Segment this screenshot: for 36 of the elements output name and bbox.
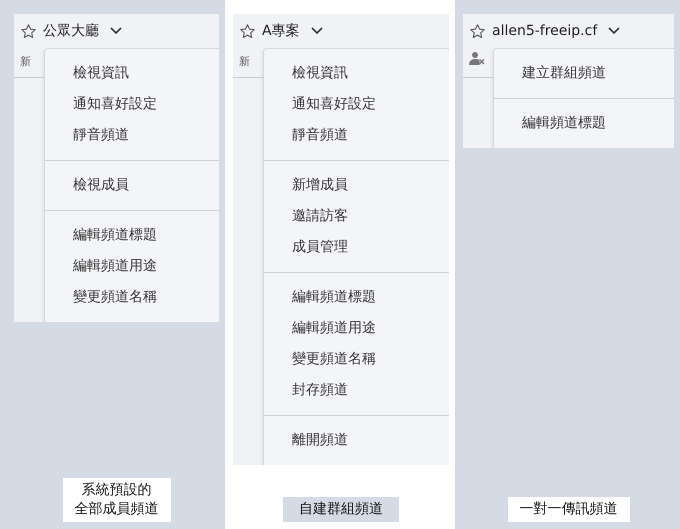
caption-text: 全部成員頻道	[74, 500, 158, 519]
channel-title[interactable]: 公眾大廳	[43, 22, 99, 40]
star-icon[interactable]	[469, 22, 486, 40]
caption-text: 自建群組頻道	[299, 500, 383, 519]
star-icon[interactable]	[20, 22, 37, 40]
menu-item[interactable]: 成員管理	[264, 232, 449, 263]
caption-text: 系統預設的	[80, 481, 152, 500]
menu-item[interactable]: 通知喜好設定	[45, 89, 219, 120]
star-icon[interactable]	[239, 22, 256, 40]
menu-item[interactable]: 檢視資訊	[45, 58, 219, 89]
menu-item[interactable]: 靜音頻道	[264, 120, 449, 151]
menu-item[interactable]: 檢視資訊	[264, 58, 449, 89]
chevron-down-icon[interactable]	[109, 26, 123, 36]
menu-item[interactable]: 通知喜好設定	[264, 89, 449, 120]
menu-item[interactable]: 邀請訪客	[264, 201, 449, 232]
caption-text: 一對一傳訊頻道	[520, 500, 618, 519]
channel-subtitle: 新	[239, 55, 250, 68]
user-remove-icon	[469, 51, 485, 65]
menu-item[interactable]: 編輯頻道用途	[45, 251, 219, 282]
channel-title[interactable]: allen5-freeip.cf	[492, 23, 598, 39]
menu-item[interactable]: 編輯頻道標題	[264, 282, 449, 313]
menu-item[interactable]: 編輯頻道用途	[264, 313, 449, 344]
menu-item[interactable]: 編輯頻道標題	[45, 220, 219, 251]
menu-item[interactable]: 新增成員	[264, 170, 449, 201]
menu-item[interactable]: 變更頻道名稱	[264, 344, 449, 375]
menu-item[interactable]: 建立群組頻道	[494, 58, 674, 89]
channel-title[interactable]: A專案	[262, 22, 300, 40]
menu-item[interactable]: 檢視成員	[45, 170, 219, 201]
menu-item[interactable]: 靜音頻道	[45, 120, 219, 151]
menu-item[interactable]: 離開頻道	[264, 425, 449, 456]
menu-item[interactable]: 變更頻道名稱	[45, 282, 219, 313]
channel-subtitle: 新	[20, 55, 31, 68]
chevron-down-icon[interactable]	[310, 26, 324, 36]
chevron-down-icon[interactable]	[607, 26, 622, 36]
menu-item[interactable]: 封存頻道	[264, 375, 449, 406]
menu-item[interactable]: 編輯頻道標題	[494, 108, 674, 139]
